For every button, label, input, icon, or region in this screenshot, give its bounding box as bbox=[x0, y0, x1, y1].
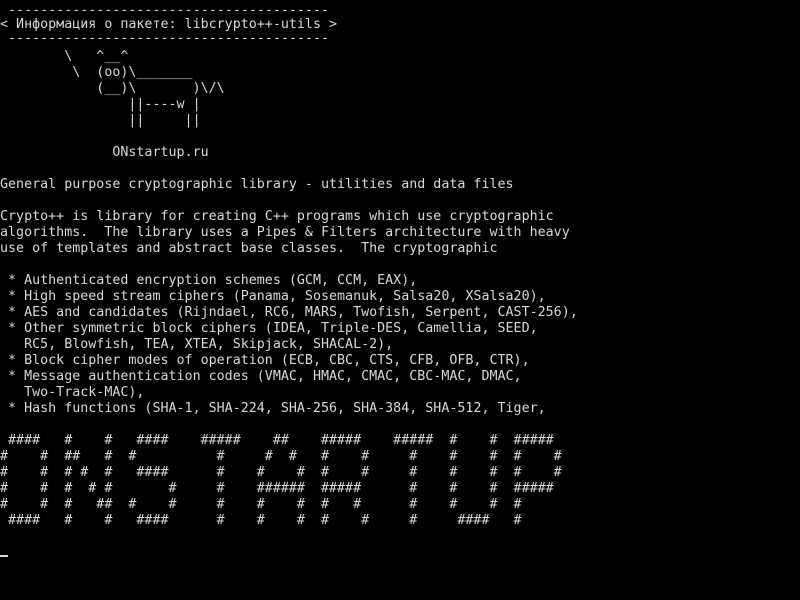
cow-art-line: (__)\ )\/\ bbox=[0, 81, 225, 96]
feature-line: * Hash functions (SHA-1, SHA-224, SHA-25… bbox=[0, 401, 546, 416]
description-line: algorithms. The library uses a Pipes & F… bbox=[0, 225, 570, 240]
ascii-art-line: # # # ## # # # # # # # # # # # bbox=[0, 497, 522, 512]
cow-art-line: \ ^__^ bbox=[0, 49, 129, 64]
ascii-art-line: #### # # #### ##### ## ##### ##### # # #… bbox=[0, 433, 554, 448]
feature-line: * Other symmetric block ciphers (IDEA, T… bbox=[0, 321, 538, 336]
feature-line: * AES and candidates (Rijndael, RC6, MAR… bbox=[0, 305, 578, 320]
ascii-art-line: # # # # # #### # # # # # # # # # # bbox=[0, 465, 562, 480]
cow-art-line: || || bbox=[0, 113, 201, 128]
terminal-screen[interactable]: ----------------------------------------… bbox=[0, 0, 800, 600]
description-line: Crypto++ is library for creating C++ pro… bbox=[0, 209, 554, 224]
cow-art-line: \ (oo)\_______ bbox=[0, 65, 193, 80]
ascii-art-line: # # ## # # # # # # # # # # # # bbox=[0, 449, 562, 464]
description-line: use of templates and abstract base class… bbox=[0, 241, 498, 256]
feature-line: * High speed stream ciphers (Panama, Sos… bbox=[0, 289, 546, 304]
feature-line: Two-Track-MAC), bbox=[0, 385, 145, 400]
cow-art-line: ||----w | bbox=[0, 97, 201, 112]
package-summary: General purpose cryptographic library - … bbox=[0, 177, 514, 192]
site-label: ONstartup.ru bbox=[0, 145, 209, 160]
ascii-art-line: # # # # # # # ###### ##### # # # ##### bbox=[0, 481, 554, 496]
banner-bottom-rule: ---------------------------------------- bbox=[0, 31, 329, 46]
feature-line: * Block cipher modes of operation (ECB, … bbox=[0, 353, 530, 368]
text-cursor bbox=[0, 555, 8, 557]
feature-line: * Message authentication codes (VMAC, HM… bbox=[0, 369, 522, 384]
feature-line: RC5, Blowfish, TEA, XTEA, Skipjack, SHAC… bbox=[0, 337, 394, 352]
ascii-art-line: #### # # #### # # # # # # #### # bbox=[0, 513, 522, 528]
feature-line: * Authenticated encryption schemes (GCM,… bbox=[0, 273, 418, 288]
